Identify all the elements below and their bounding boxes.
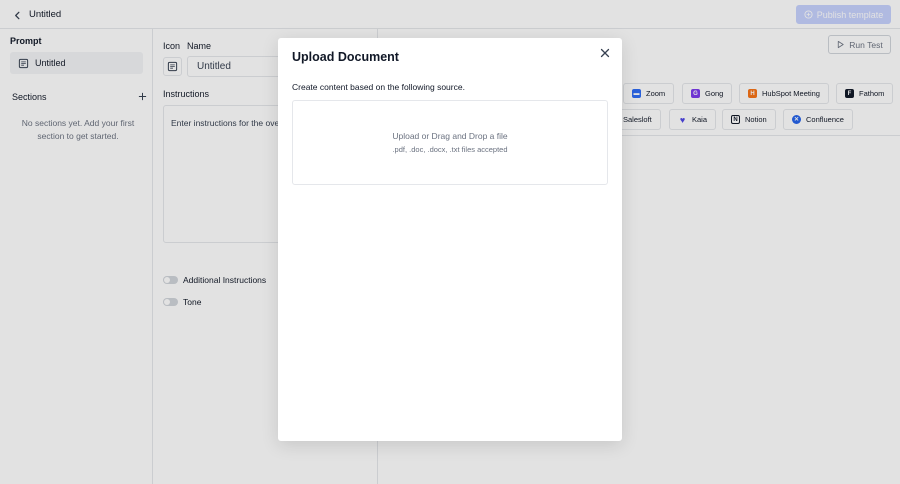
close-icon (600, 48, 610, 58)
close-button[interactable] (599, 47, 611, 59)
file-dropzone[interactable]: Upload or Drag and Drop a file .pdf, .do… (292, 100, 608, 185)
dropzone-accepted-types: .pdf, .doc, .docx, .txt files accepted (392, 145, 508, 154)
dropzone-instructions: Upload or Drag and Drop a file (392, 131, 508, 141)
upload-document-dialog: Upload Document Create content based on … (278, 38, 622, 441)
dialog-subtitle: Create content based on the following so… (292, 82, 465, 92)
dialog-title: Upload Document (292, 50, 399, 64)
